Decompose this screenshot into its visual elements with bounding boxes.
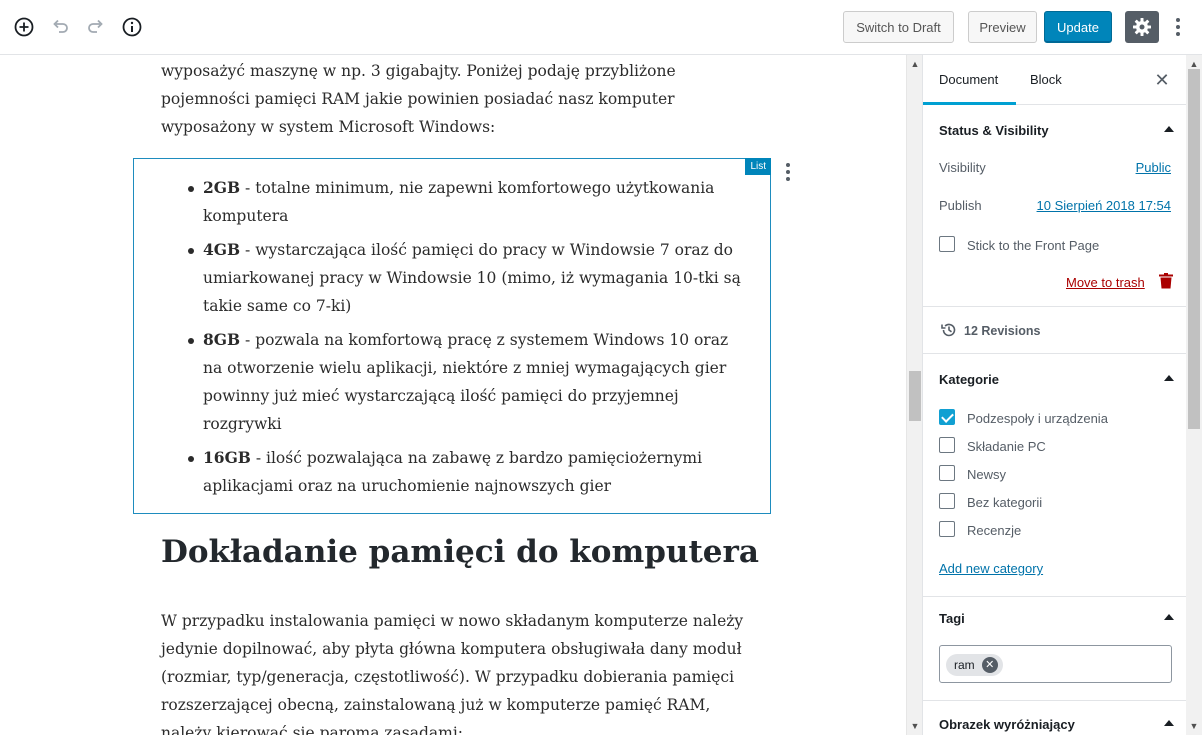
tags-panel-title[interactable]: Tagi [939,611,965,626]
divider [923,353,1186,354]
block-more-options-icon[interactable] [784,162,792,182]
category-checkbox[interactable] [939,437,955,453]
preview-button[interactable]: Preview [968,11,1037,43]
body-paragraph[interactable]: W przypadku instalowania pamięci w nowo … [161,607,751,735]
visibility-label: Visibility [939,160,986,175]
category-checkbox[interactable] [939,409,955,425]
publish-label: Publish [939,198,982,213]
scroll-up-arrow-icon[interactable]: ▲ [910,59,920,69]
more-vertical-icon[interactable] [1170,14,1186,40]
bullet-list: 2GB - totalne minimum, nie zapewni komfo… [188,174,751,506]
editor-toolbar: Switch to Draft Preview Update [0,0,1202,55]
history-icon [941,323,956,337]
scroll-down-arrow-icon[interactable]: ▼ [1189,721,1199,731]
category-checkbox[interactable] [939,493,955,509]
intro-paragraph[interactable]: wyposażyć maszynę w np. 3 gigabajty. Pon… [161,57,751,141]
publish-date-link[interactable]: 10 Sierpień 2018 17:54 [1037,198,1171,213]
remove-tag-icon[interactable]: ✕ [981,657,998,673]
featured-image-panel-title[interactable]: Obrazek wyróżniający [939,717,1075,732]
category-label: Newsy [967,467,1007,482]
undo-icon[interactable] [49,16,71,38]
add-new-category-link[interactable]: Add new category [939,561,1043,576]
category-checkbox[interactable] [939,521,955,537]
switch-to-draft-button[interactable]: Switch to Draft [843,11,954,43]
collapse-caret-icon[interactable] [1164,375,1174,381]
info-icon[interactable] [121,16,143,38]
tags-input[interactable]: ram ✕ [939,645,1172,683]
collapse-caret-icon[interactable] [1164,614,1174,620]
visibility-link[interactable]: Public [1136,160,1171,175]
editor-canvas: wyposażyć maszynę w np. 3 gigabajty. Pon… [0,55,906,735]
tab-document[interactable]: Document [923,55,1016,105]
revisions-link[interactable]: 12 Revisions [964,324,1040,338]
sticky-label: Stick to the Front Page [967,238,1100,253]
tag-chip: ram ✕ [946,654,1003,676]
trash-icon[interactable] [1159,273,1173,289]
editor-scrollbar[interactable]: ▲ ▼ [906,55,922,735]
tab-block[interactable]: Block [1030,55,1062,105]
divider [923,596,1186,597]
list-item[interactable]: 2GB - totalne minimum, nie zapewni komfo… [188,174,751,230]
status-visibility-panel-title[interactable]: Status & Visibility [939,123,1049,138]
section-heading[interactable]: Dokładanie pamięci do komputera [161,530,759,574]
plus-circle-icon[interactable] [13,16,35,38]
scroll-up-arrow-icon[interactable]: ▲ [1189,59,1199,69]
block-type-label: List [745,158,771,175]
update-button[interactable]: Update [1044,11,1112,43]
list-item[interactable]: 16GB - ilość pozwalająca na zabawę z bar… [188,444,751,500]
sidebar-tabs: Document Block ✕ [923,55,1186,105]
gear-icon [1133,18,1151,36]
scroll-down-arrow-icon[interactable]: ▼ [910,721,920,731]
sticky-checkbox[interactable] [939,236,955,252]
redo-icon[interactable] [85,16,107,38]
categories-panel-title[interactable]: Kategorie [939,372,999,387]
sidebar-scrollbar[interactable]: ▲ ▼ [1186,55,1202,735]
scrollbar-thumb[interactable] [909,371,921,421]
divider [923,700,1186,701]
list-block[interactable]: List 2GB - totalne minimum, nie zapewni … [133,158,771,514]
scrollbar-thumb[interactable] [1188,69,1200,429]
list-item[interactable]: 8GB - pozwala na komfortową pracę z syst… [188,326,751,438]
category-label: Podzespoły i urządzenia [967,411,1108,426]
category-label: Recenzje [967,523,1022,538]
category-label: Składanie PC [967,439,1046,454]
list-item[interactable]: 4GB - wystarczająca ilość pamięci do pra… [188,236,751,320]
settings-button[interactable] [1125,11,1159,43]
divider [923,306,1186,307]
category-checkbox[interactable] [939,465,955,481]
category-label: Bez kategorii [967,495,1043,510]
settings-sidebar: Document Block ✕ Status & Visibility Vis… [922,55,1186,735]
move-to-trash-link[interactable]: Move to trash [1066,275,1145,290]
collapse-caret-icon[interactable] [1164,126,1174,132]
close-icon[interactable]: ✕ [1153,71,1171,89]
collapse-caret-icon[interactable] [1164,720,1174,726]
